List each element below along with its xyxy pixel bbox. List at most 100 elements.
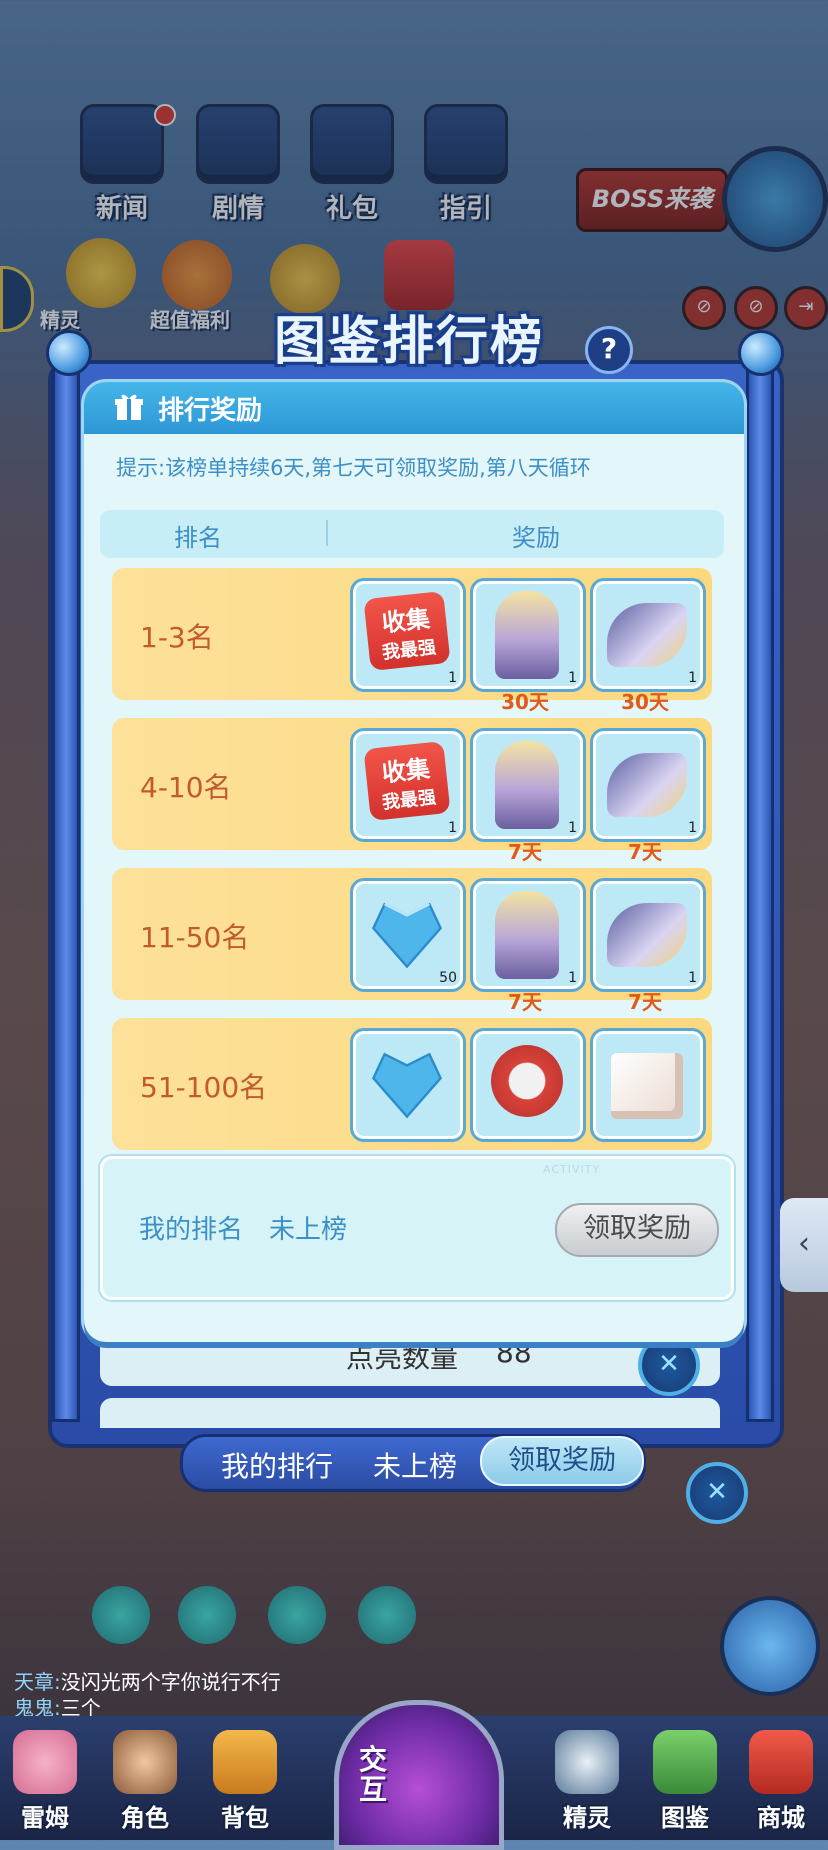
nav-shop-label: 商城 xyxy=(757,1804,805,1832)
close-modal-button[interactable]: ✕ xyxy=(638,1334,700,1396)
collect-strongest-card-icon[interactable]: 收集 我最强 1 xyxy=(350,728,466,842)
wings-icon[interactable]: 1 xyxy=(590,878,706,992)
mecha-shape xyxy=(495,741,559,829)
action-icon-1[interactable] xyxy=(92,1586,150,1644)
nav-elf-label: 精灵 xyxy=(563,1804,611,1832)
rank-range: 51-100名 xyxy=(140,1071,268,1104)
nav-codex-label: 图鉴 xyxy=(661,1804,709,1832)
modal-title: 排行奖励 xyxy=(158,396,263,426)
item-qty: 1 xyxy=(688,670,697,686)
col-rank: 排名 xyxy=(174,524,222,552)
ranking-tip: 提示:该榜单持续6天,第七天可领取奖励,第八天循环 xyxy=(116,456,591,480)
codex-ranking-banner: 图鉴排行榜 xyxy=(273,312,544,372)
lightning-badge-icon[interactable] xyxy=(470,1028,586,1142)
chevron-left-icon: ‹ xyxy=(798,1226,810,1261)
nav-leimu-label: 雷姆 xyxy=(21,1804,69,1832)
chat-user: 天章: xyxy=(14,1670,61,1694)
modal-header: 排行奖励 xyxy=(84,382,744,434)
wings-shape xyxy=(607,753,687,817)
item-qty: 1 xyxy=(568,820,577,836)
right-orb xyxy=(738,330,784,376)
nav-elf[interactable]: 精灵 xyxy=(542,1730,632,1833)
rank-range: 1-3名 xyxy=(140,621,214,654)
leimu-icon xyxy=(13,1730,77,1794)
shop-icon xyxy=(749,1730,813,1794)
activity-tag: ACTIVITY xyxy=(543,1163,601,1176)
wings-icon[interactable]: 1 xyxy=(590,578,706,692)
chat-line[interactable]: 天章:没闪光两个字你说行不行 xyxy=(14,1666,281,1695)
item-qty: 1 xyxy=(448,820,457,836)
item-qty: 50 xyxy=(439,970,457,986)
action-icon-2[interactable] xyxy=(178,1586,236,1644)
nav-codex[interactable]: 图鉴 xyxy=(640,1730,730,1833)
item-qty: 1 xyxy=(568,970,577,986)
behind-row-text: 点亮数量 xyxy=(346,1341,459,1374)
left-orb xyxy=(46,330,92,376)
my-rank-value: 未上榜 xyxy=(269,1215,348,1245)
interact-label: 交互 xyxy=(359,1743,388,1806)
codex-icon xyxy=(653,1730,717,1794)
star-button[interactable] xyxy=(720,1596,820,1696)
help-button[interactable]: ? xyxy=(585,326,633,374)
cubes-shape xyxy=(611,1053,683,1119)
col-reward: 奖励 xyxy=(512,524,560,552)
rank-range: 4-10名 xyxy=(140,771,232,804)
item-duration: 7天 xyxy=(628,990,662,1014)
nav-character[interactable]: 角色 xyxy=(100,1730,190,1833)
wings-shape xyxy=(607,603,687,667)
nav-backpack-label: 背包 xyxy=(221,1804,269,1832)
mecha-shape xyxy=(495,591,559,679)
mecha-shape xyxy=(495,891,559,979)
interact-button[interactable]: 交互 xyxy=(334,1700,504,1850)
item-qty: 1 xyxy=(568,670,577,686)
rank-range: 11-50名 xyxy=(140,921,250,954)
right-pillar xyxy=(746,356,774,1422)
my-rank-card: ACTIVITY 我的排名 未上榜 领取奖励 xyxy=(100,1156,734,1300)
nav-shop[interactable]: 商城 xyxy=(736,1730,826,1833)
reward-row: 11-50名 50 1 7天 1 7天 xyxy=(112,868,712,1014)
nav-backpack[interactable]: 背包 xyxy=(200,1730,290,1833)
diamond-heart-icon[interactable] xyxy=(350,1028,466,1142)
nav-leimu[interactable]: 雷姆 xyxy=(0,1730,90,1833)
col-divider xyxy=(326,520,328,546)
my-ranking-label: 我的排行 xyxy=(221,1450,334,1483)
character-icon xyxy=(113,1730,177,1794)
nav-character-label: 角色 xyxy=(121,1804,169,1832)
backpack-icon xyxy=(213,1730,277,1794)
collect-strongest-card-icon[interactable]: 收集 我最强 1 xyxy=(350,578,466,692)
item-duration: 30天 xyxy=(501,690,549,714)
armor-mecha-icon[interactable]: 1 xyxy=(470,578,586,692)
item-qty: 1 xyxy=(688,820,697,836)
item-duration: 7天 xyxy=(508,990,542,1014)
badge-shape xyxy=(491,1045,563,1117)
my-rank-label: 我的排名 xyxy=(139,1215,244,1245)
diamond-heart-icon[interactable]: 50 xyxy=(350,878,466,992)
sugar-cubes-icon[interactable] xyxy=(590,1028,706,1142)
armor-mecha-icon[interactable]: 1 xyxy=(470,728,586,842)
claim-reward-button[interactable]: 领取奖励 xyxy=(555,1203,719,1257)
chat-text: 没闪光两个字你说行不行 xyxy=(60,1670,281,1694)
reward-row: 4-10名 收集 我最强 1 1 7天 1 7天 xyxy=(112,718,712,864)
claim-reward-button-bg[interactable]: 领取奖励 xyxy=(480,1436,644,1486)
armor-mecha-icon[interactable]: 1 xyxy=(470,878,586,992)
item-qty: 1 xyxy=(448,670,457,686)
card-badge: 收集 我最强 xyxy=(363,741,451,821)
elf-icon xyxy=(555,1730,619,1794)
diamond-heart-shape xyxy=(371,902,443,969)
item-duration: 7天 xyxy=(508,840,542,864)
action-icon-3[interactable] xyxy=(268,1586,326,1644)
behind-row-2 xyxy=(100,1398,720,1428)
item-duration: 7天 xyxy=(628,840,662,864)
column-header: 排名 奖励 xyxy=(100,510,724,558)
wings-icon[interactable]: 1 xyxy=(590,728,706,842)
action-icon-4[interactable] xyxy=(358,1586,416,1644)
wings-shape xyxy=(607,903,687,967)
gift-icon xyxy=(115,394,143,420)
reward-row: 51-100名 xyxy=(112,1018,712,1150)
my-ranking-value: 未上榜 xyxy=(373,1450,458,1483)
item-duration: 30天 xyxy=(621,690,669,714)
side-expand-tab[interactable]: ‹ xyxy=(780,1198,828,1292)
reward-row: 1-3名 收集 我最强 1 1 30天 1 30天 xyxy=(112,568,712,714)
left-pillar xyxy=(52,356,80,1422)
close-button[interactable]: ✕ xyxy=(686,1462,748,1524)
